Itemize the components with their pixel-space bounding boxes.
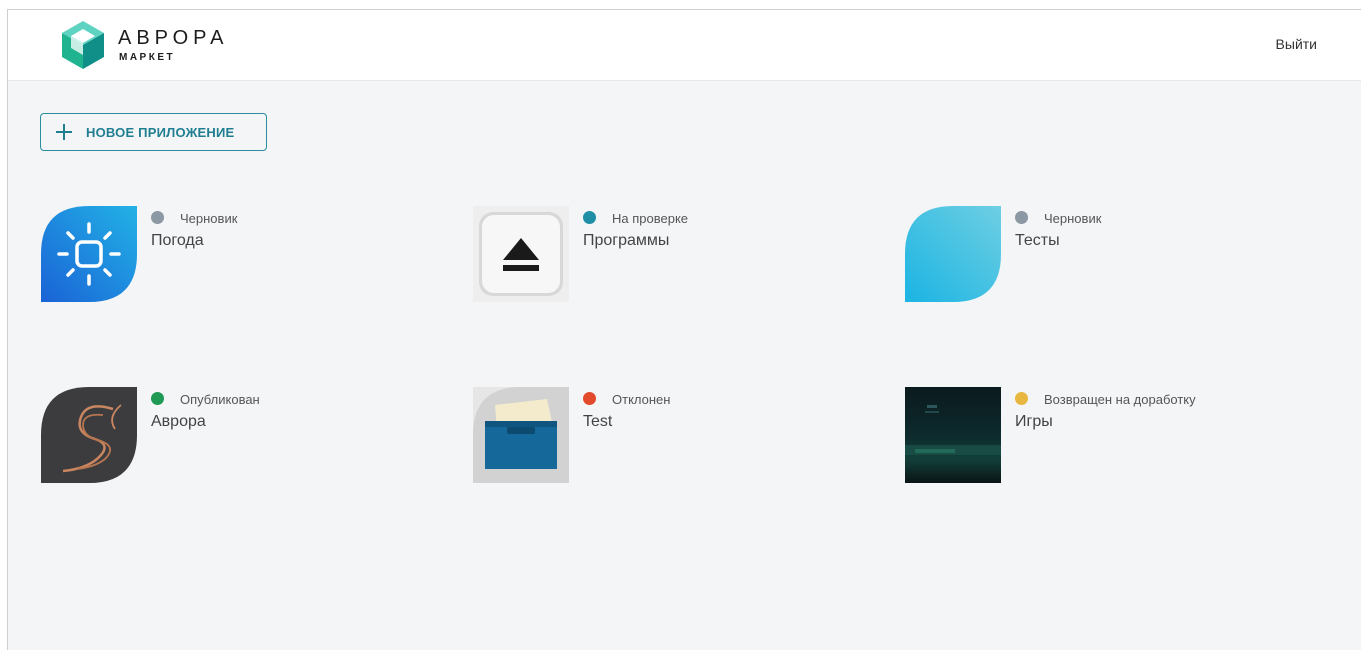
status-dot <box>1015 392 1028 405</box>
status-dot <box>1015 211 1028 224</box>
header: АВРОРА МАРКЕТ Выйти <box>8 10 1361 81</box>
app-card-programmy[interactable]: На проверке Программы <box>473 206 853 302</box>
aurora-icon <box>41 387 137 483</box>
app-name: Аврора <box>151 413 206 430</box>
logout-link[interactable]: Выйти <box>1276 36 1317 52</box>
status-text: Черновик <box>1044 211 1102 226</box>
cube-logo-icon <box>62 21 104 69</box>
app-card-avrora[interactable]: Опубликован Аврора <box>41 387 421 483</box>
app-card-igry[interactable]: Возвращен на доработку Игры <box>905 387 1285 483</box>
game-screenshot-icon <box>905 387 1001 483</box>
logo-subtitle: МАРКЕТ <box>119 52 176 63</box>
status-text: На проверке <box>612 211 689 226</box>
status-dot <box>151 392 164 405</box>
status-text: Отклонен <box>612 392 671 407</box>
status-dot <box>583 392 596 405</box>
app-name: Тесты <box>1015 232 1060 249</box>
app-name: Игры <box>1015 413 1053 430</box>
app-name: Test <box>583 413 613 430</box>
app-name: Программы <box>583 232 670 249</box>
leaf-icon <box>905 206 1001 302</box>
logo-title: АВРОРА <box>118 27 229 49</box>
weather-icon <box>41 206 137 302</box>
new-app-label: НОВОЕ ПРИЛОЖЕНИЕ <box>86 125 235 140</box>
plus-icon <box>56 124 72 140</box>
app-card-test[interactable]: Отклонен Test <box>473 387 853 483</box>
app-card-testy[interactable]: Черновик Тесты <box>905 206 1285 302</box>
status-dot <box>151 211 164 224</box>
app-window: АВРОРА МАРКЕТ Выйти НОВОЕ ПРИЛОЖЕНИЕ Чер… <box>7 9 1361 650</box>
drawer-icon <box>473 387 569 483</box>
status-text: Черновик <box>180 211 238 226</box>
status-dot <box>583 211 596 224</box>
app-card-pogoda[interactable]: Черновик Погода <box>41 206 421 302</box>
app-name: Погода <box>151 232 204 249</box>
eject-icon <box>473 206 569 302</box>
status-text: Возвращен на доработку <box>1044 392 1196 407</box>
new-app-button[interactable]: НОВОЕ ПРИЛОЖЕНИЕ <box>40 113 267 151</box>
status-text: Опубликован <box>180 392 260 407</box>
